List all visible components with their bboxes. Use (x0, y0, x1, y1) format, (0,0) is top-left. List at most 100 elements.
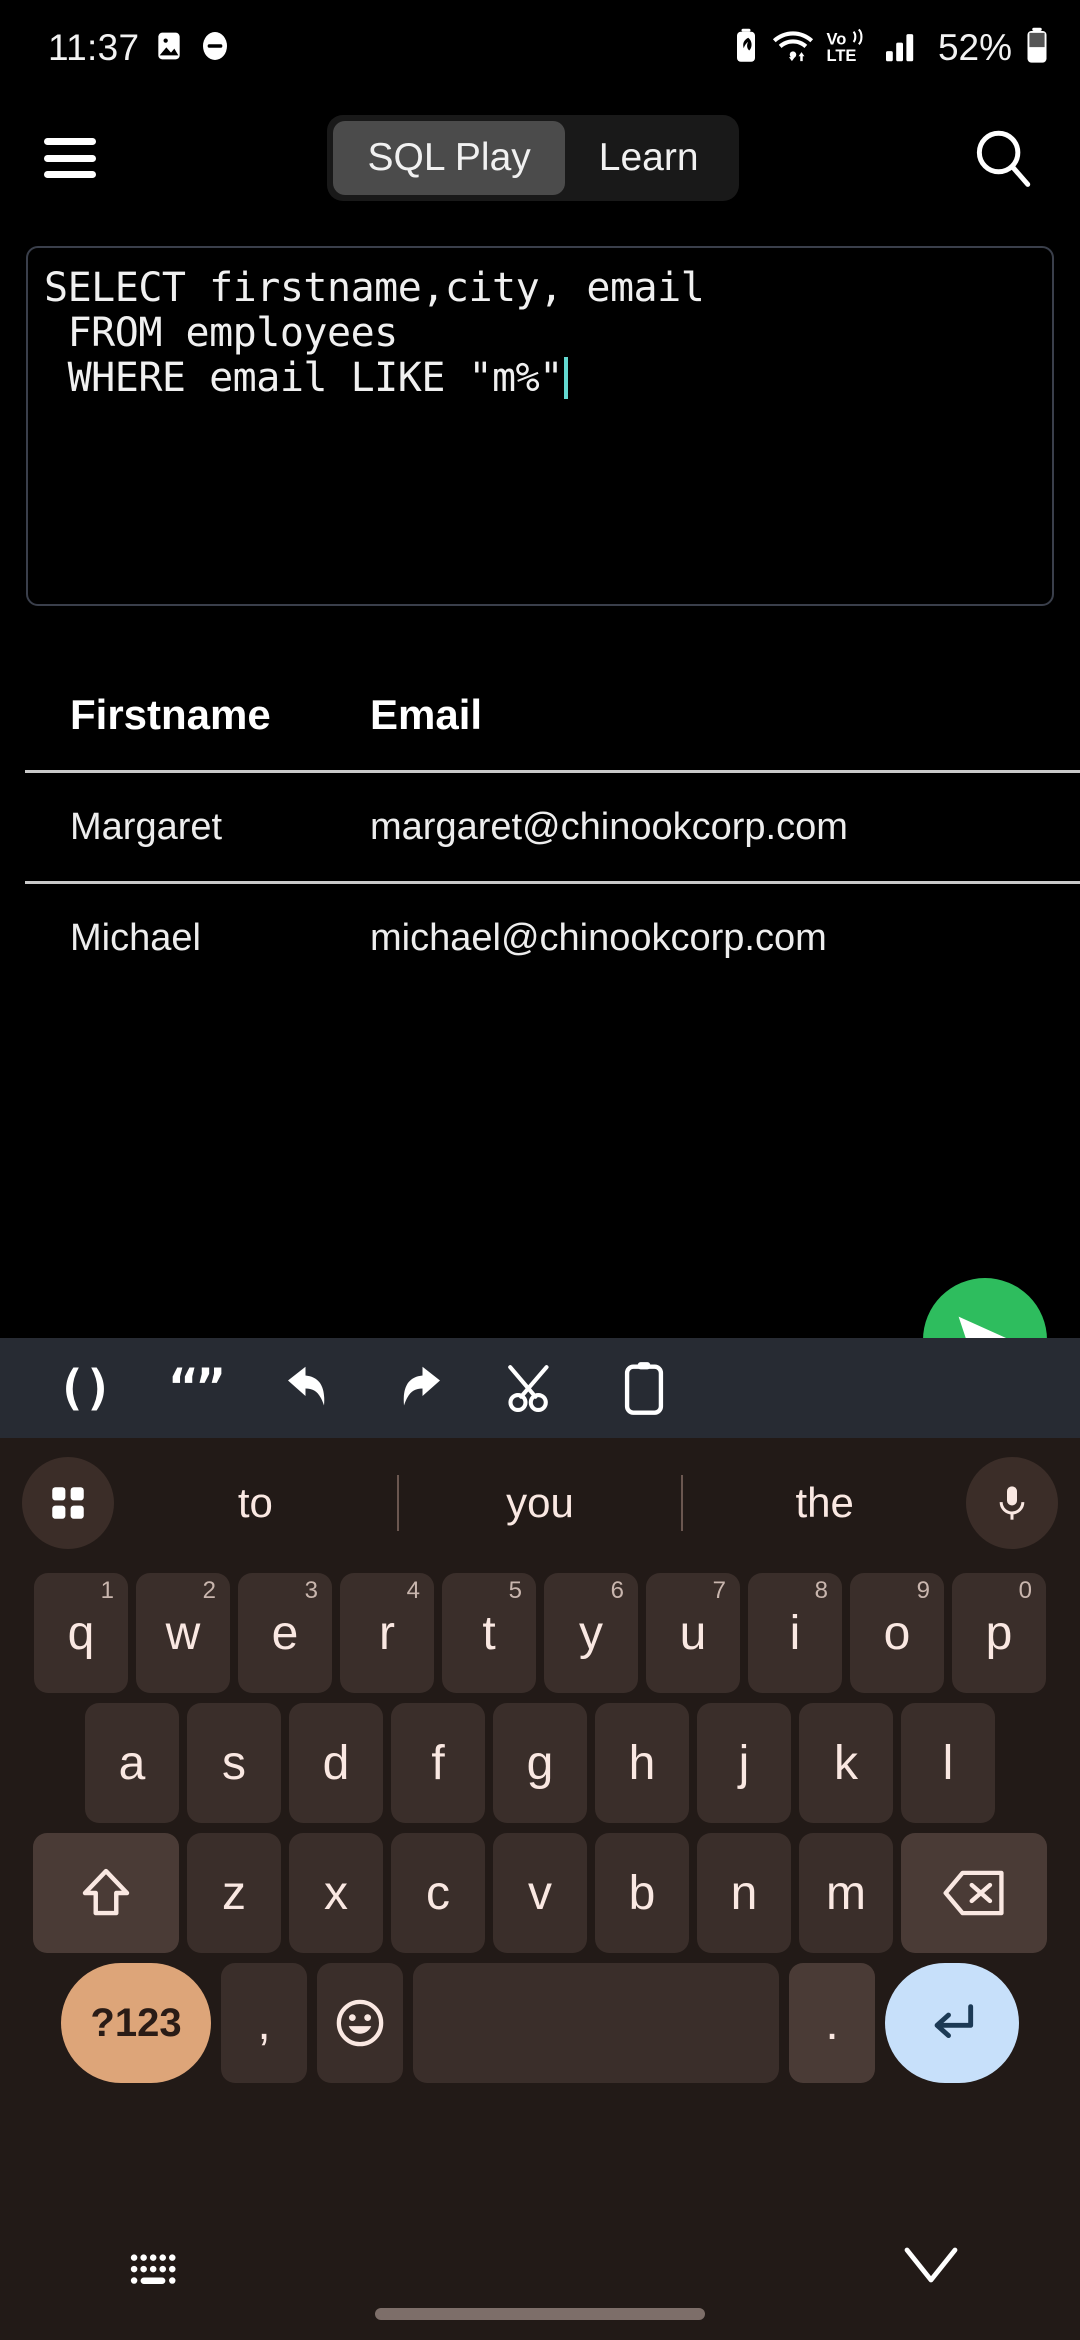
key-n-label: n (730, 1866, 758, 1920)
gesture-handle-bar[interactable] (375, 2308, 705, 2320)
on-screen-keyboard: to you the 1q 2w 3e 4r 5t 6y 7u 8 i 9 o … (0, 1438, 1080, 2340)
microphone-icon[interactable] (966, 1457, 1058, 1549)
tab-sql-play[interactable]: SQL Play (333, 121, 565, 195)
key-m[interactable]: m (799, 1833, 893, 1953)
key-h-label: h (628, 1736, 656, 1790)
phone-screen: 11:37 Vo LTE 52% SQL Play Learn SELECT f… (0, 0, 1080, 2340)
suggestion-word[interactable]: to (114, 1479, 397, 1527)
keyboard-switch-icon[interactable] (128, 2250, 186, 2297)
key-z-label: z (222, 1866, 246, 1920)
key-l-label: l (942, 1736, 954, 1790)
key-j[interactable]: j (697, 1703, 791, 1823)
key-i[interactable]: 8i (748, 1573, 842, 1693)
key-q[interactable]: 1q (34, 1573, 128, 1693)
key-e-number: 3 (304, 1577, 318, 1604)
key-h[interactable]: h (595, 1703, 689, 1823)
key-b[interactable]: b (595, 1833, 689, 1953)
chevron-down-icon[interactable] (902, 2246, 960, 2291)
key-b-label: b (628, 1866, 656, 1920)
sql-editor-input[interactable]: SELECT firstname,city, email FROM employ… (26, 246, 1054, 606)
key-v[interactable]: v (493, 1833, 587, 1953)
key-period-label: . (825, 1996, 839, 2050)
key-c-label: c (426, 1866, 450, 1920)
sql-quick-toolbar: () “” (0, 1338, 1080, 1438)
key-q-label: q (67, 1606, 95, 1660)
hamburger-menu-icon[interactable] (44, 138, 96, 178)
symbols-key[interactable]: ?123 (61, 1963, 211, 2083)
clock: 11:37 (48, 27, 140, 68)
undo-button[interactable] (252, 1338, 364, 1438)
key-p[interactable]: 0p (952, 1573, 1046, 1693)
key-r-label: r (379, 1606, 395, 1660)
key-k[interactable]: k (799, 1703, 893, 1823)
suggestion-word[interactable]: the (683, 1479, 966, 1527)
key-d-label: d (322, 1736, 350, 1790)
key-a-label: a (118, 1736, 146, 1790)
system-nav-bar (0, 2222, 1080, 2340)
key-z[interactable]: z (187, 1833, 281, 1953)
key-g-label: g (526, 1736, 554, 1790)
key-x[interactable]: x (289, 1833, 383, 1953)
top-navigation-bar: SQL Play Learn (0, 108, 1080, 208)
suggestion-words: to you the (114, 1475, 966, 1531)
key-period[interactable]: . (789, 1963, 875, 2083)
enter-key[interactable] (885, 1963, 1019, 2083)
tab-learn[interactable]: Learn (565, 121, 733, 195)
svg-text:LTE: LTE (826, 47, 856, 64)
key-r[interactable]: 4r (340, 1573, 434, 1693)
key-w-label: w (165, 1606, 201, 1660)
keyboard-row-3: z x c v b n m (0, 1828, 1080, 1958)
suggestion-word[interactable]: you (399, 1479, 682, 1527)
key-o[interactable]: 9o (850, 1573, 944, 1693)
battery-saver-icon (732, 28, 760, 69)
key-t[interactable]: 5t (442, 1573, 536, 1693)
key-a[interactable]: a (85, 1703, 179, 1823)
enter-icon (934, 2004, 974, 2039)
suggestion-bar: to you the (0, 1438, 1080, 1568)
key-s[interactable]: s (187, 1703, 281, 1823)
space-key[interactable] (413, 1963, 779, 2083)
key-y-number: 6 (610, 1577, 624, 1604)
sql-editor-text: SELECT firstname,city, email FROM employ… (44, 266, 1038, 400)
sql-line-1: SELECT firstname,city, email (44, 265, 705, 311)
paste-button[interactable] (588, 1338, 700, 1438)
keyboard-row-1: 1q 2w 3e 4r 5t 6y 7u 8i 9o 0p (0, 1568, 1080, 1698)
search-icon[interactable] (970, 125, 1036, 191)
key-n[interactable]: n (697, 1833, 791, 1953)
shift-icon[interactable] (33, 1833, 179, 1953)
key-c[interactable]: c (391, 1833, 485, 1953)
tab-sql-play-label: SQL Play (367, 136, 531, 179)
key-f[interactable]: f (391, 1703, 485, 1823)
cell-firstname: Michael (70, 916, 201, 959)
table-row[interactable]: Margaret margaret@chinookcorp.com (0, 773, 1080, 881)
key-i-number: 8 (814, 1577, 828, 1604)
status-bar: 11:37 Vo LTE 52% (0, 0, 1080, 96)
grid-icon[interactable] (22, 1457, 114, 1549)
parentheses-button[interactable]: () (28, 1338, 140, 1438)
column-header-firstname: Firstname (70, 691, 271, 738)
key-u-number: 7 (712, 1577, 726, 1604)
key-w[interactable]: 2w (136, 1573, 230, 1693)
key-u[interactable]: 7u (646, 1573, 740, 1693)
key-d[interactable]: d (289, 1703, 383, 1823)
key-g[interactable]: g (493, 1703, 587, 1823)
cell-firstname: Margaret (70, 805, 223, 848)
key-p-label: p (985, 1606, 1013, 1660)
redo-button[interactable] (364, 1338, 476, 1438)
key-t-number: 5 (508, 1577, 522, 1604)
key-e[interactable]: 3e (238, 1573, 332, 1693)
key-comma[interactable]: , (221, 1963, 307, 2083)
key-y[interactable]: 6y (544, 1573, 638, 1693)
table-row[interactable]: Michael michael@chinookcorp.com (0, 884, 1080, 992)
emoji-icon[interactable] (317, 1963, 403, 2083)
image-icon (153, 30, 185, 67)
backspace-icon[interactable] (901, 1833, 1047, 1953)
battery-icon (1024, 27, 1050, 70)
tab-bar: SQL Play Learn (327, 115, 739, 201)
battery-percent-label: 52% (937, 27, 1012, 68)
quotes-button[interactable]: “” (140, 1338, 252, 1438)
key-m-label: m (826, 1866, 866, 1920)
key-l[interactable]: l (901, 1703, 995, 1823)
table-header-row: Firstname Email (0, 660, 1080, 770)
cut-button[interactable] (476, 1338, 588, 1438)
